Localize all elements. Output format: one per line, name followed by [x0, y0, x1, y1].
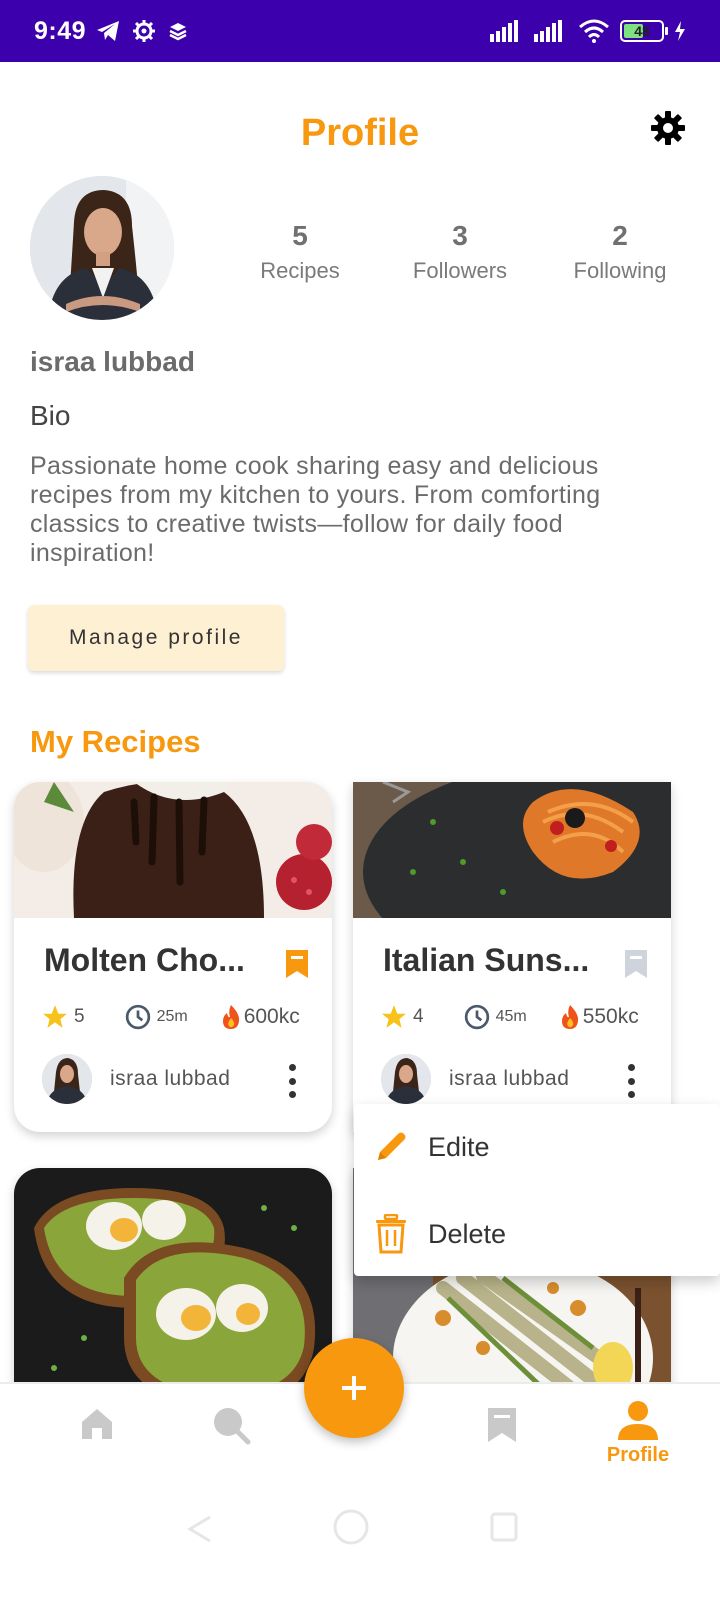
profile-screen: 9:49 48 Profile 5 Recipes 3 Followers 2 …: [0, 0, 720, 1600]
star-icon: [382, 1005, 406, 1028]
nav-home[interactable]: [67, 1406, 127, 1442]
time-value: 25m: [156, 1008, 188, 1025]
page-title: Profile: [300, 112, 420, 154]
stat-label: Followers: [412, 258, 508, 283]
recipe-title: Molten Cho...: [44, 942, 245, 978]
layers-icon: [169, 23, 187, 41]
recipe-author[interactable]: israa lubbad: [42, 1054, 230, 1104]
battery-percent: 48: [634, 23, 650, 39]
rating-value: 5: [74, 1006, 85, 1027]
bio-text: Passionate home cook sharing easy and de…: [30, 452, 601, 567]
stat-followers[interactable]: 3 Followers: [380, 220, 540, 284]
stat-recipes[interactable]: 5 Recipes: [220, 220, 380, 284]
more-options-button[interactable]: [619, 1064, 643, 1098]
rating: 5: [42, 1004, 85, 1030]
back-icon[interactable]: [186, 1514, 214, 1544]
bookmark-button[interactable]: [284, 948, 310, 985]
recipe-author[interactable]: israa lubbad: [381, 1054, 569, 1104]
cook-time: 25m: [125, 1004, 188, 1030]
nav-profile[interactable]: Profile: [606, 1400, 670, 1467]
plus-icon: [342, 1376, 366, 1400]
settings-button[interactable]: [648, 108, 688, 148]
add-recipe-button[interactable]: [304, 1338, 404, 1438]
fire-icon: [561, 1005, 578, 1029]
recipe-meta: 5 25m 600kc: [42, 1004, 332, 1030]
status-bar: 9:49 48: [0, 0, 720, 62]
signal-icon: [490, 20, 518, 42]
author-avatar: [381, 1054, 431, 1104]
my-recipes-heading: My Recipes: [30, 724, 201, 759]
recents-icon[interactable]: [490, 1512, 518, 1542]
bookmark-button[interactable]: [623, 948, 649, 985]
system-navigation-bar: [0, 1494, 720, 1600]
more-options-button[interactable]: [280, 1064, 304, 1098]
bookmark-icon: [488, 1408, 516, 1442]
stat-value: 5: [292, 220, 308, 251]
rating: 4: [381, 1004, 424, 1030]
edit-label: Edite: [428, 1131, 490, 1162]
rating-value: 4: [413, 1006, 424, 1027]
stat-following[interactable]: 2 Following: [540, 220, 700, 284]
recipe-image: [14, 782, 332, 918]
profile-avatar[interactable]: [30, 176, 174, 320]
stat-value: 2: [612, 220, 628, 251]
author-avatar: [42, 1054, 92, 1104]
status-system-icons: 48: [490, 19, 686, 43]
recipe-context-menu: Edite Delete: [354, 1104, 720, 1276]
cook-time: 45m: [464, 1004, 527, 1030]
calories-value: 550kc: [582, 1005, 639, 1028]
nav-search[interactable]: [202, 1406, 262, 1446]
battery-icon: 48: [620, 20, 668, 42]
author-name: israa lubbad: [110, 1067, 231, 1090]
author-name: israa lubbad: [449, 1067, 570, 1090]
home-nav-icon[interactable]: [332, 1508, 370, 1546]
trash-icon: [376, 1214, 406, 1254]
manage-profile-button[interactable]: Manage profile: [28, 605, 284, 671]
telegram-icon: [97, 21, 120, 41]
clock-icon: [125, 1004, 150, 1030]
profile-stats: 5 Recipes 3 Followers 2 Following: [220, 220, 700, 284]
gear-icon: [651, 111, 685, 145]
star-icon: [43, 1005, 67, 1028]
pencil-icon: [378, 1132, 406, 1160]
nav-saved[interactable]: [472, 1406, 532, 1444]
recipe-title: Italian Suns...: [383, 942, 590, 978]
status-notification-icons: [96, 19, 188, 43]
recipe-meta: 4 45m 550kc: [381, 1004, 671, 1030]
delete-menu-item[interactable]: Delete: [372, 1214, 506, 1254]
fire-icon: [222, 1005, 239, 1029]
edit-menu-item[interactable]: Edite: [372, 1128, 490, 1166]
stat-value: 3: [452, 220, 468, 251]
clock-icon: [464, 1004, 489, 1030]
calories: 600kc: [220, 1004, 300, 1030]
wifi-icon: [579, 19, 609, 43]
stat-label: Following: [573, 258, 667, 283]
recipe-card[interactable]: Italian Suns... 4 45m 550kc israa lubbad: [353, 782, 671, 1132]
profile-photo: [30, 176, 174, 320]
recipe-image: [353, 782, 671, 918]
settings-notification-icon: [133, 20, 156, 42]
delete-label: Delete: [428, 1218, 507, 1249]
recipe-card[interactable]: Molten Cho... 5 25m 600kc israa lubbad: [14, 782, 332, 1132]
stat-label: Recipes: [260, 258, 340, 283]
signal-icon-2: [534, 20, 562, 42]
bookmark-filled-icon: [286, 950, 308, 978]
calories: 550kc: [559, 1004, 639, 1030]
profile-icon: [618, 1401, 658, 1440]
home-icon: [82, 1409, 112, 1439]
time-value: 45m: [495, 1008, 527, 1025]
status-time: 9:49: [34, 16, 87, 45]
nav-profile-label: Profile: [606, 1444, 670, 1466]
bio-heading: Bio: [30, 400, 71, 431]
calories-value: 600kc: [243, 1005, 300, 1028]
profile-name: israa lubbad: [30, 346, 195, 377]
bookmark-icon: [625, 950, 647, 978]
charging-icon: [675, 21, 685, 41]
search-icon: [214, 1408, 251, 1445]
